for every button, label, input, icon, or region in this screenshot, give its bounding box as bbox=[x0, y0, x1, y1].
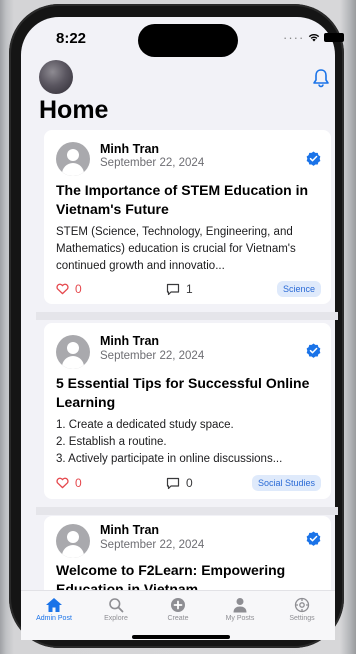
verified-badge-icon bbox=[306, 531, 321, 546]
tab-label: My Posts bbox=[225, 615, 255, 622]
home-icon bbox=[46, 598, 62, 612]
tab-my-posts[interactable]: My Posts bbox=[209, 591, 271, 631]
heart-icon bbox=[56, 477, 69, 489]
plus-circle-icon bbox=[171, 598, 185, 612]
status-icons: ···· bbox=[283, 30, 345, 45]
like-button[interactable]: 0 bbox=[56, 476, 82, 490]
post-card[interactable]: Minh Tran September 22, 2024 Welcome to … bbox=[44, 516, 331, 592]
author-avatar bbox=[56, 524, 90, 558]
gear-icon bbox=[294, 597, 310, 613]
post-date: September 22, 2024 bbox=[100, 157, 205, 169]
post-feed[interactable]: Minh Tran September 22, 2024 The Importa… bbox=[36, 130, 338, 592]
tab-admin-post[interactable]: Admin Post bbox=[23, 591, 85, 631]
like-count: 0 bbox=[75, 476, 82, 490]
heart-icon bbox=[56, 283, 69, 295]
comment-count: 1 bbox=[186, 282, 193, 296]
author-name: Minh Tran bbox=[100, 523, 160, 537]
comment-button[interactable]: 0 bbox=[166, 476, 193, 490]
home-indicator bbox=[132, 635, 230, 639]
bell-icon[interactable] bbox=[312, 68, 330, 88]
tab-label: Admin Post bbox=[36, 615, 72, 622]
profile-avatar[interactable] bbox=[39, 60, 73, 94]
post-date: September 22, 2024 bbox=[100, 539, 205, 551]
post-card[interactable]: Minh Tran September 22, 2024 The Importa… bbox=[44, 130, 331, 304]
category-tag[interactable]: Science bbox=[276, 281, 321, 297]
status-time: 8:22 bbox=[56, 30, 87, 47]
tab-label: Settings bbox=[289, 615, 315, 622]
post-excerpt: 1. Create a dedicated study space. 2. Es… bbox=[56, 419, 283, 465]
tab-label: Explore bbox=[104, 615, 128, 622]
post-card[interactable]: Minh Tran September 22, 2024 5 Essential… bbox=[44, 323, 331, 499]
post-excerpt: STEM (Science, Technology, Engineering, … bbox=[56, 226, 296, 272]
post-title[interactable]: 5 Essential Tips for Successful Online L… bbox=[56, 374, 324, 412]
tab-label: Create bbox=[167, 615, 189, 622]
verified-badge-icon bbox=[306, 151, 321, 166]
author-avatar bbox=[56, 335, 90, 369]
author-name: Minh Tran bbox=[100, 142, 160, 156]
post-title[interactable]: The Importance of STEM Education in Viet… bbox=[56, 181, 324, 219]
signal-icon: ···· bbox=[283, 30, 305, 45]
tab-bar: Admin Post Explore Create My Posts Setti… bbox=[21, 590, 335, 640]
person-icon bbox=[233, 598, 247, 613]
category-tag[interactable]: Social Studies bbox=[251, 475, 321, 491]
search-icon bbox=[109, 598, 124, 613]
divider bbox=[36, 507, 338, 515]
comment-button[interactable]: 1 bbox=[166, 282, 193, 296]
author-name: Minh Tran bbox=[100, 334, 160, 348]
author-avatar bbox=[56, 142, 90, 176]
like-count: 0 bbox=[75, 282, 82, 296]
like-button[interactable]: 0 bbox=[56, 282, 82, 296]
battery-icon bbox=[324, 33, 345, 42]
comment-icon bbox=[166, 477, 180, 489]
tab-settings[interactable]: Settings bbox=[271, 591, 333, 631]
dynamic-island bbox=[138, 24, 238, 57]
tab-create[interactable]: Create bbox=[147, 591, 209, 631]
post-title[interactable]: Welcome to F2Learn: Empowering Education… bbox=[56, 561, 324, 592]
page-title: Home bbox=[39, 96, 109, 124]
divider bbox=[36, 312, 338, 320]
verified-badge-icon bbox=[306, 343, 321, 358]
tab-explore[interactable]: Explore bbox=[85, 591, 147, 631]
wifi-icon bbox=[309, 33, 320, 42]
comment-count: 0 bbox=[186, 476, 193, 490]
post-date: September 22, 2024 bbox=[100, 350, 205, 362]
comment-icon bbox=[166, 283, 180, 295]
